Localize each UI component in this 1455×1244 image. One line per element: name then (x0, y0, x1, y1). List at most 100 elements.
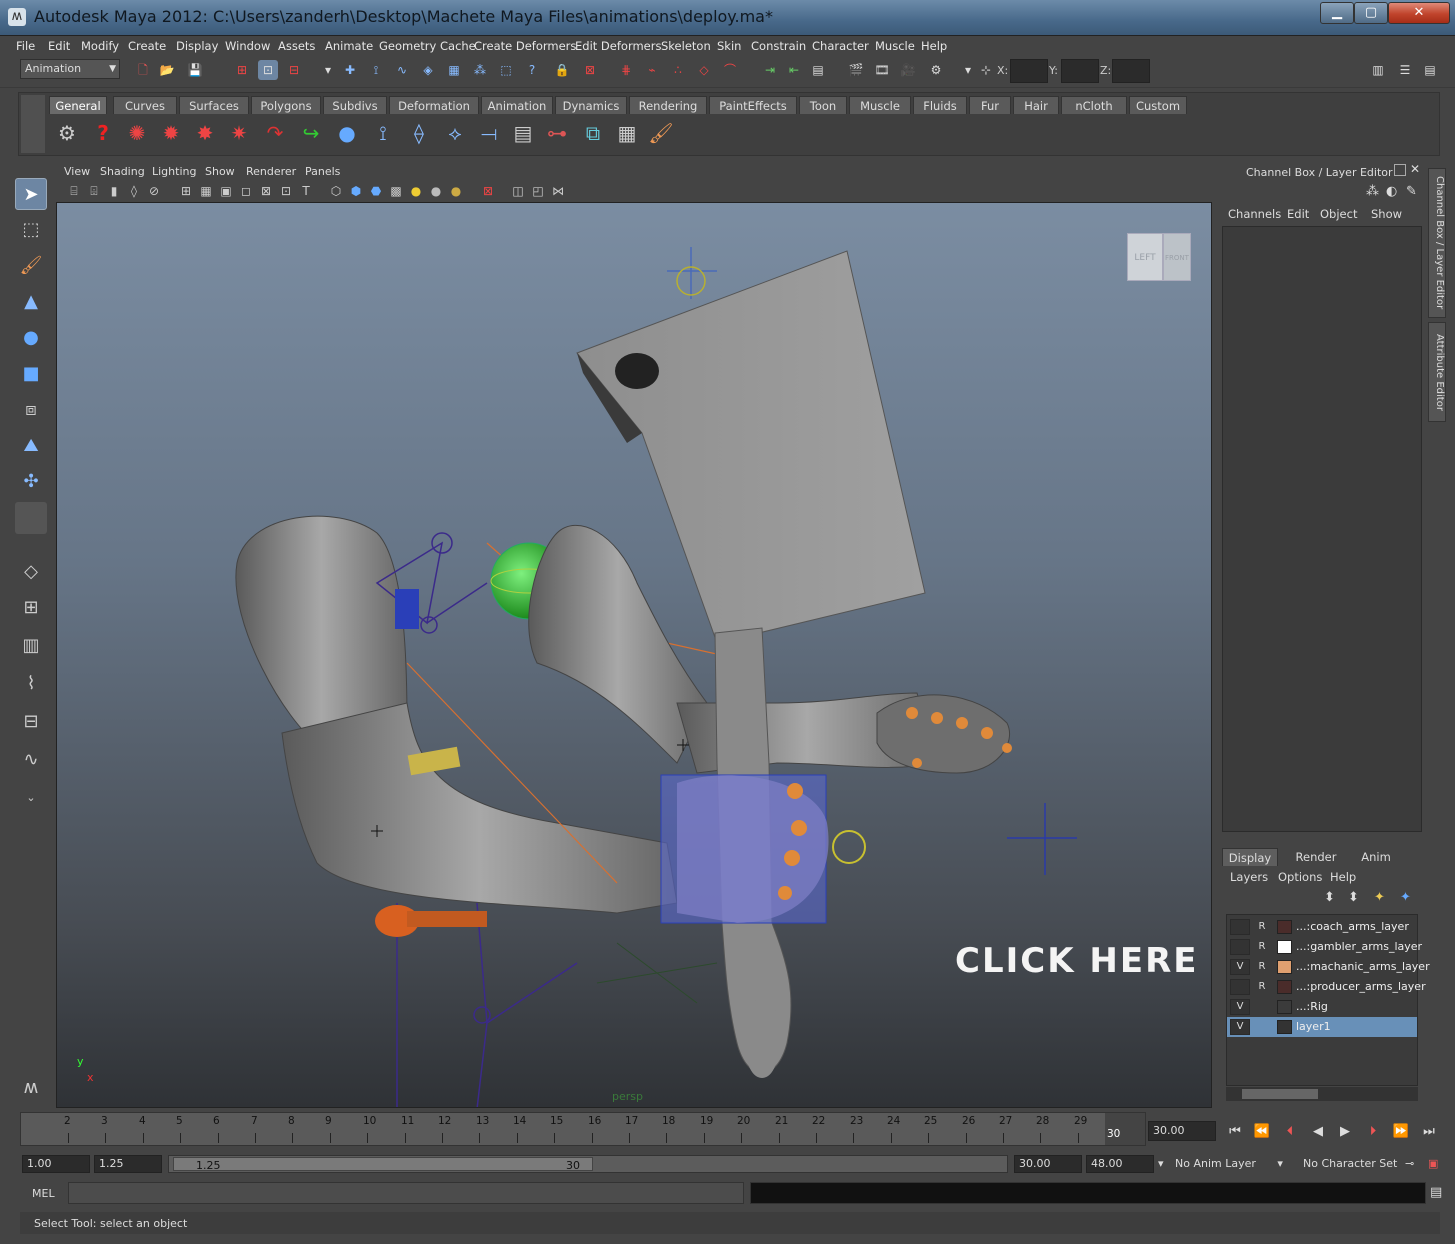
maya-app-icon[interactable]: ʍ (8, 8, 26, 26)
layer-horizontal-scrollbar[interactable] (1226, 1087, 1418, 1101)
menu-assets[interactable]: Assets (278, 39, 315, 53)
viewport-menu-view[interactable]: View (64, 165, 90, 178)
lasso-tool-icon[interactable]: ⬚ (15, 214, 47, 246)
help-question-icon[interactable]: ? (88, 118, 118, 148)
bind-skin-shelf-icon[interactable]: ⟞ (474, 118, 504, 148)
shelf-tab-subdivs[interactable]: Subdivs (323, 96, 387, 114)
view-cube[interactable]: LEFT FRONT (1127, 229, 1197, 289)
layer-row[interactable]: V layer1 (1227, 1017, 1417, 1037)
layer-visibility-toggle[interactable] (1230, 919, 1250, 935)
textured-icon[interactable]: ▩ (388, 183, 404, 199)
menu-geometry-cache[interactable]: Geometry Cache (379, 39, 476, 53)
render-settings-shelf-icon[interactable]: ✺ (122, 118, 152, 148)
shelf-tab-toon[interactable]: Toon (799, 96, 847, 114)
hypergraph-shelf-icon[interactable]: ⊶ (542, 118, 572, 148)
snap-to-curves-icon[interactable]: ⌁ (642, 60, 662, 80)
menu-character[interactable]: Character (812, 39, 869, 53)
persp-outliner-layout-icon[interactable]: ▥ (15, 630, 47, 662)
play-forwards-icon[interactable]: ▶ (1334, 1122, 1356, 1142)
camera-attributes-icon[interactable]: ⌹ (86, 183, 102, 199)
layer-menu-help[interactable]: Help (1330, 870, 1356, 884)
ipr-shelf-icon[interactable]: ✷ (224, 118, 254, 148)
perspective-viewport[interactable]: LEFT FRONT CLICK HERE > y x persp (56, 202, 1212, 1108)
cb-menu-show[interactable]: Show (1371, 207, 1402, 221)
viewport-menu-lighting[interactable]: Lighting (152, 165, 196, 178)
channel-box-pen-icon[interactable]: ✎ (1406, 184, 1417, 199)
paint-select-tool-icon[interactable]: 🖌 (15, 250, 47, 282)
bend-arrow-shelf-icon[interactable]: ↪ (296, 118, 326, 148)
universal-manipulator-icon[interactable]: ⧈ (15, 394, 47, 426)
soft-modification-icon[interactable]: ⛰ (15, 430, 47, 462)
shelf-menu-handle[interactable] (21, 95, 45, 153)
step-back-frame-icon[interactable]: ⏪ (1251, 1122, 1273, 1142)
range-slider-handle[interactable]: 1.25 30 (173, 1157, 593, 1172)
layer-display-type[interactable]: R (1252, 939, 1272, 955)
shelf-tab-surfaces[interactable]: Surfaces (179, 96, 249, 114)
film-gate-icon[interactable]: ▦ (198, 183, 214, 199)
sphere-shelf-icon[interactable]: ● (332, 118, 362, 148)
bookmarks-icon[interactable]: ▮ (106, 183, 122, 199)
render-current-frame-icon[interactable]: 🎞 (872, 60, 892, 80)
time-slider[interactable]: 2 3 4 5 6 7 8 9 10 11 12 13 14 15 16 17 … (20, 1112, 1146, 1146)
side-tab-channel-box[interactable]: Channel Box / Layer Editor (1428, 168, 1446, 318)
menu-muscle[interactable]: Muscle (875, 39, 915, 53)
menu-animate[interactable]: Animate (325, 39, 373, 53)
layer-display-type[interactable] (1252, 1019, 1272, 1035)
scrollbar-thumb[interactable] (1242, 1089, 1318, 1099)
layer-color-swatch[interactable] (1277, 920, 1292, 934)
shadows-icon[interactable]: ● (428, 183, 444, 199)
layer-tab-render[interactable]: Render (1288, 848, 1344, 866)
menu-constrain[interactable]: Constrain (751, 39, 806, 53)
ik-handle-shelf-icon[interactable]: ⟠ (404, 118, 434, 148)
render-settings-icon[interactable]: ⚙ (926, 60, 946, 80)
paint-brush-shelf-icon[interactable]: 🖌 (646, 118, 676, 148)
joint-tool-shelf-icon[interactable]: ⟟ (368, 118, 398, 148)
use-all-lights-icon[interactable]: ● (408, 183, 424, 199)
shelf-tab-hair[interactable]: Hair (1013, 96, 1059, 114)
xray-select-icon[interactable]: ⊠ (480, 183, 496, 199)
select-camera-icon[interactable]: ⌸ (66, 183, 82, 199)
x-input[interactable] (1010, 59, 1048, 83)
save-scene-icon[interactable]: 💾 (185, 60, 205, 80)
construction-history-icon[interactable]: ▤ (808, 60, 828, 80)
select-surfaces-icon[interactable]: ◈ (418, 60, 438, 80)
shelf-tab-custom[interactable]: Custom (1129, 96, 1187, 114)
persp-graph-layout-icon[interactable]: ⌇ (15, 668, 47, 700)
step-forward-key-icon[interactable]: ⏵ (1362, 1122, 1384, 1142)
layer-display-type[interactable]: R (1252, 919, 1272, 935)
render-frame-shelf-icon[interactable]: ✹ (156, 118, 186, 148)
auto-key-icon[interactable]: ⊸ (1405, 1155, 1414, 1173)
range-slider[interactable]: 1.25 30 (168, 1155, 1008, 1173)
shelf-tab-deformation[interactable]: Deformation (389, 96, 479, 114)
cb-menu-channels[interactable]: Channels (1228, 207, 1281, 221)
hypershade-layout-icon[interactable]: ⊟ (15, 706, 47, 738)
shelf-tab-dynamics[interactable]: Dynamics (555, 96, 627, 114)
shelf-tab-ncloth[interactable]: nCloth (1061, 96, 1127, 114)
channel-box-mode-icon[interactable]: ⁂ (1366, 184, 1379, 199)
playback-end-field[interactable]: 30.00 (1014, 1155, 1082, 1173)
layer-color-swatch[interactable] (1277, 1020, 1292, 1034)
layer-row[interactable]: R ...:coach_arms_layer (1227, 917, 1417, 937)
shelf-tab-muscle[interactable]: Muscle (849, 96, 911, 114)
minimize-button[interactable]: ▁ (1320, 2, 1354, 24)
make-live-icon[interactable]: ⌒ (720, 60, 740, 80)
layer-row[interactable]: V ...:Rig (1227, 997, 1417, 1017)
cb-menu-object[interactable]: Object (1320, 207, 1357, 221)
layer-tab-display[interactable]: Display (1222, 848, 1278, 866)
shelf-tab-painteffects[interactable]: PaintEffects (709, 96, 797, 114)
select-rendering-icon[interactable]: ⬚ (496, 60, 516, 80)
show-manipulator-icon[interactable]: ✣ (15, 466, 47, 498)
grid-icon[interactable]: ⊞ (178, 183, 194, 199)
go-to-end-icon[interactable]: ⏭ (1418, 1122, 1440, 1142)
shelf-tab-fur[interactable]: Fur (969, 96, 1011, 114)
safe-title-icon[interactable]: T (298, 183, 314, 199)
two-d-pan-icon[interactable]: ⊘ (146, 183, 162, 199)
gate-mask-icon[interactable]: ◻ (238, 183, 254, 199)
select-handles-icon[interactable]: ✚ (340, 60, 360, 80)
image-plane-icon[interactable]: ◊ (126, 183, 142, 199)
lock-selection-icon[interactable]: 🔒 (552, 60, 572, 80)
step-forward-frame-icon[interactable]: ⏩ (1390, 1122, 1412, 1142)
shelf-tab-fluids[interactable]: Fluids (913, 96, 967, 114)
maya-logo-icon[interactable]: ʍ (15, 1072, 47, 1104)
film-reel-icon[interactable]: ⚙ (52, 118, 82, 148)
